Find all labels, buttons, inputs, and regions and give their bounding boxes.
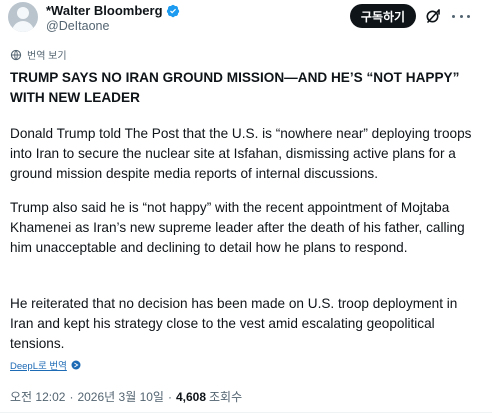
- translate-icon: [10, 49, 22, 60]
- author-name-row[interactable]: *Walter Bloomberg: [46, 3, 180, 18]
- deepl-translate-link[interactable]: DeepL로 번역: [10, 358, 81, 372]
- author-display-name[interactable]: *Walter Bloomberg: [46, 3, 163, 18]
- avatar[interactable]: [8, 2, 38, 32]
- post-date[interactable]: 2026년 3월 10일: [77, 388, 164, 405]
- translate-post-link[interactable]: 번역 보기: [10, 47, 67, 62]
- post-paragraph-1: Donald Trump told The Post that the U.S.…: [10, 126, 472, 181]
- deepl-label[interactable]: DeepL로 번역: [10, 358, 67, 372]
- post-time[interactable]: 오전 12:02: [10, 388, 65, 405]
- meta-separator: ·: [69, 389, 74, 404]
- author-handle[interactable]: @DeItaone: [46, 19, 109, 33]
- divider: [0, 412, 492, 413]
- avatar-body: [12, 21, 34, 32]
- translate-label: 번역 보기: [27, 51, 67, 62]
- deepl-logo-icon: [71, 360, 81, 370]
- verified-badge-icon: [166, 4, 179, 17]
- post-paragraph-3: He reiterated that no decision has been …: [10, 296, 458, 351]
- more-dot: [452, 14, 455, 18]
- meta-separator: ·: [167, 389, 172, 404]
- avatar-head: [17, 7, 29, 19]
- more-dot: [459, 14, 463, 18]
- more-options-icon[interactable]: [452, 8, 470, 24]
- post-header: *Walter Bloomberg @DeItaone 구독하기: [0, 0, 492, 44]
- grok-icon[interactable]: [425, 8, 441, 24]
- subscribe-button[interactable]: 구독하기: [350, 4, 416, 28]
- views-count: 4,608: [175, 389, 206, 404]
- post-headline: TRUMP SAYS NO IRAN GROUND MISSION—AND HE…: [10, 70, 460, 105]
- post-paragraph-2: Trump also said he is “not happy” with t…: [10, 200, 465, 255]
- more-dot: [467, 14, 470, 18]
- post-meta: 오전 12:02 · 2026년 3월 10일 · 4,608 조회수: [10, 388, 242, 405]
- views-label: 조회수: [209, 390, 243, 404]
